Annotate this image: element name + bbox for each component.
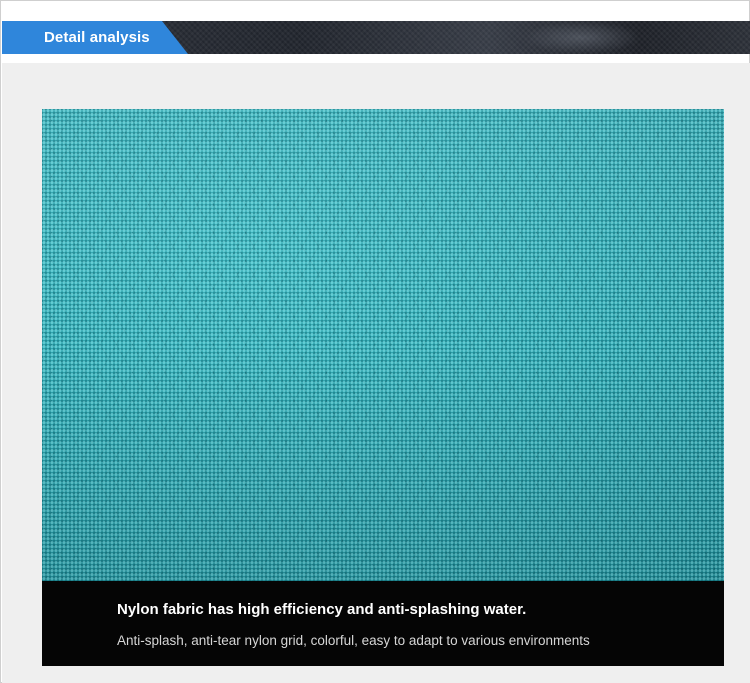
detail-analysis-label: Detail analysis bbox=[44, 29, 150, 46]
caption-title: Nylon fabric has high efficiency and ant… bbox=[117, 601, 527, 618]
banner-highlight bbox=[522, 21, 642, 54]
fabric-closeup-image bbox=[42, 109, 724, 581]
section-header-banner: Detail analysis bbox=[2, 21, 750, 54]
caption-subtitle: Anti-splash, anti-tear nylon grid, color… bbox=[117, 633, 590, 648]
caption-bar: Nylon fabric has high efficiency and ant… bbox=[42, 581, 724, 666]
fabric-shading bbox=[42, 109, 724, 581]
page-frame: Detail analysis Nylon fabric has high ef… bbox=[0, 0, 750, 683]
detail-analysis-tab: Detail analysis bbox=[2, 21, 188, 54]
